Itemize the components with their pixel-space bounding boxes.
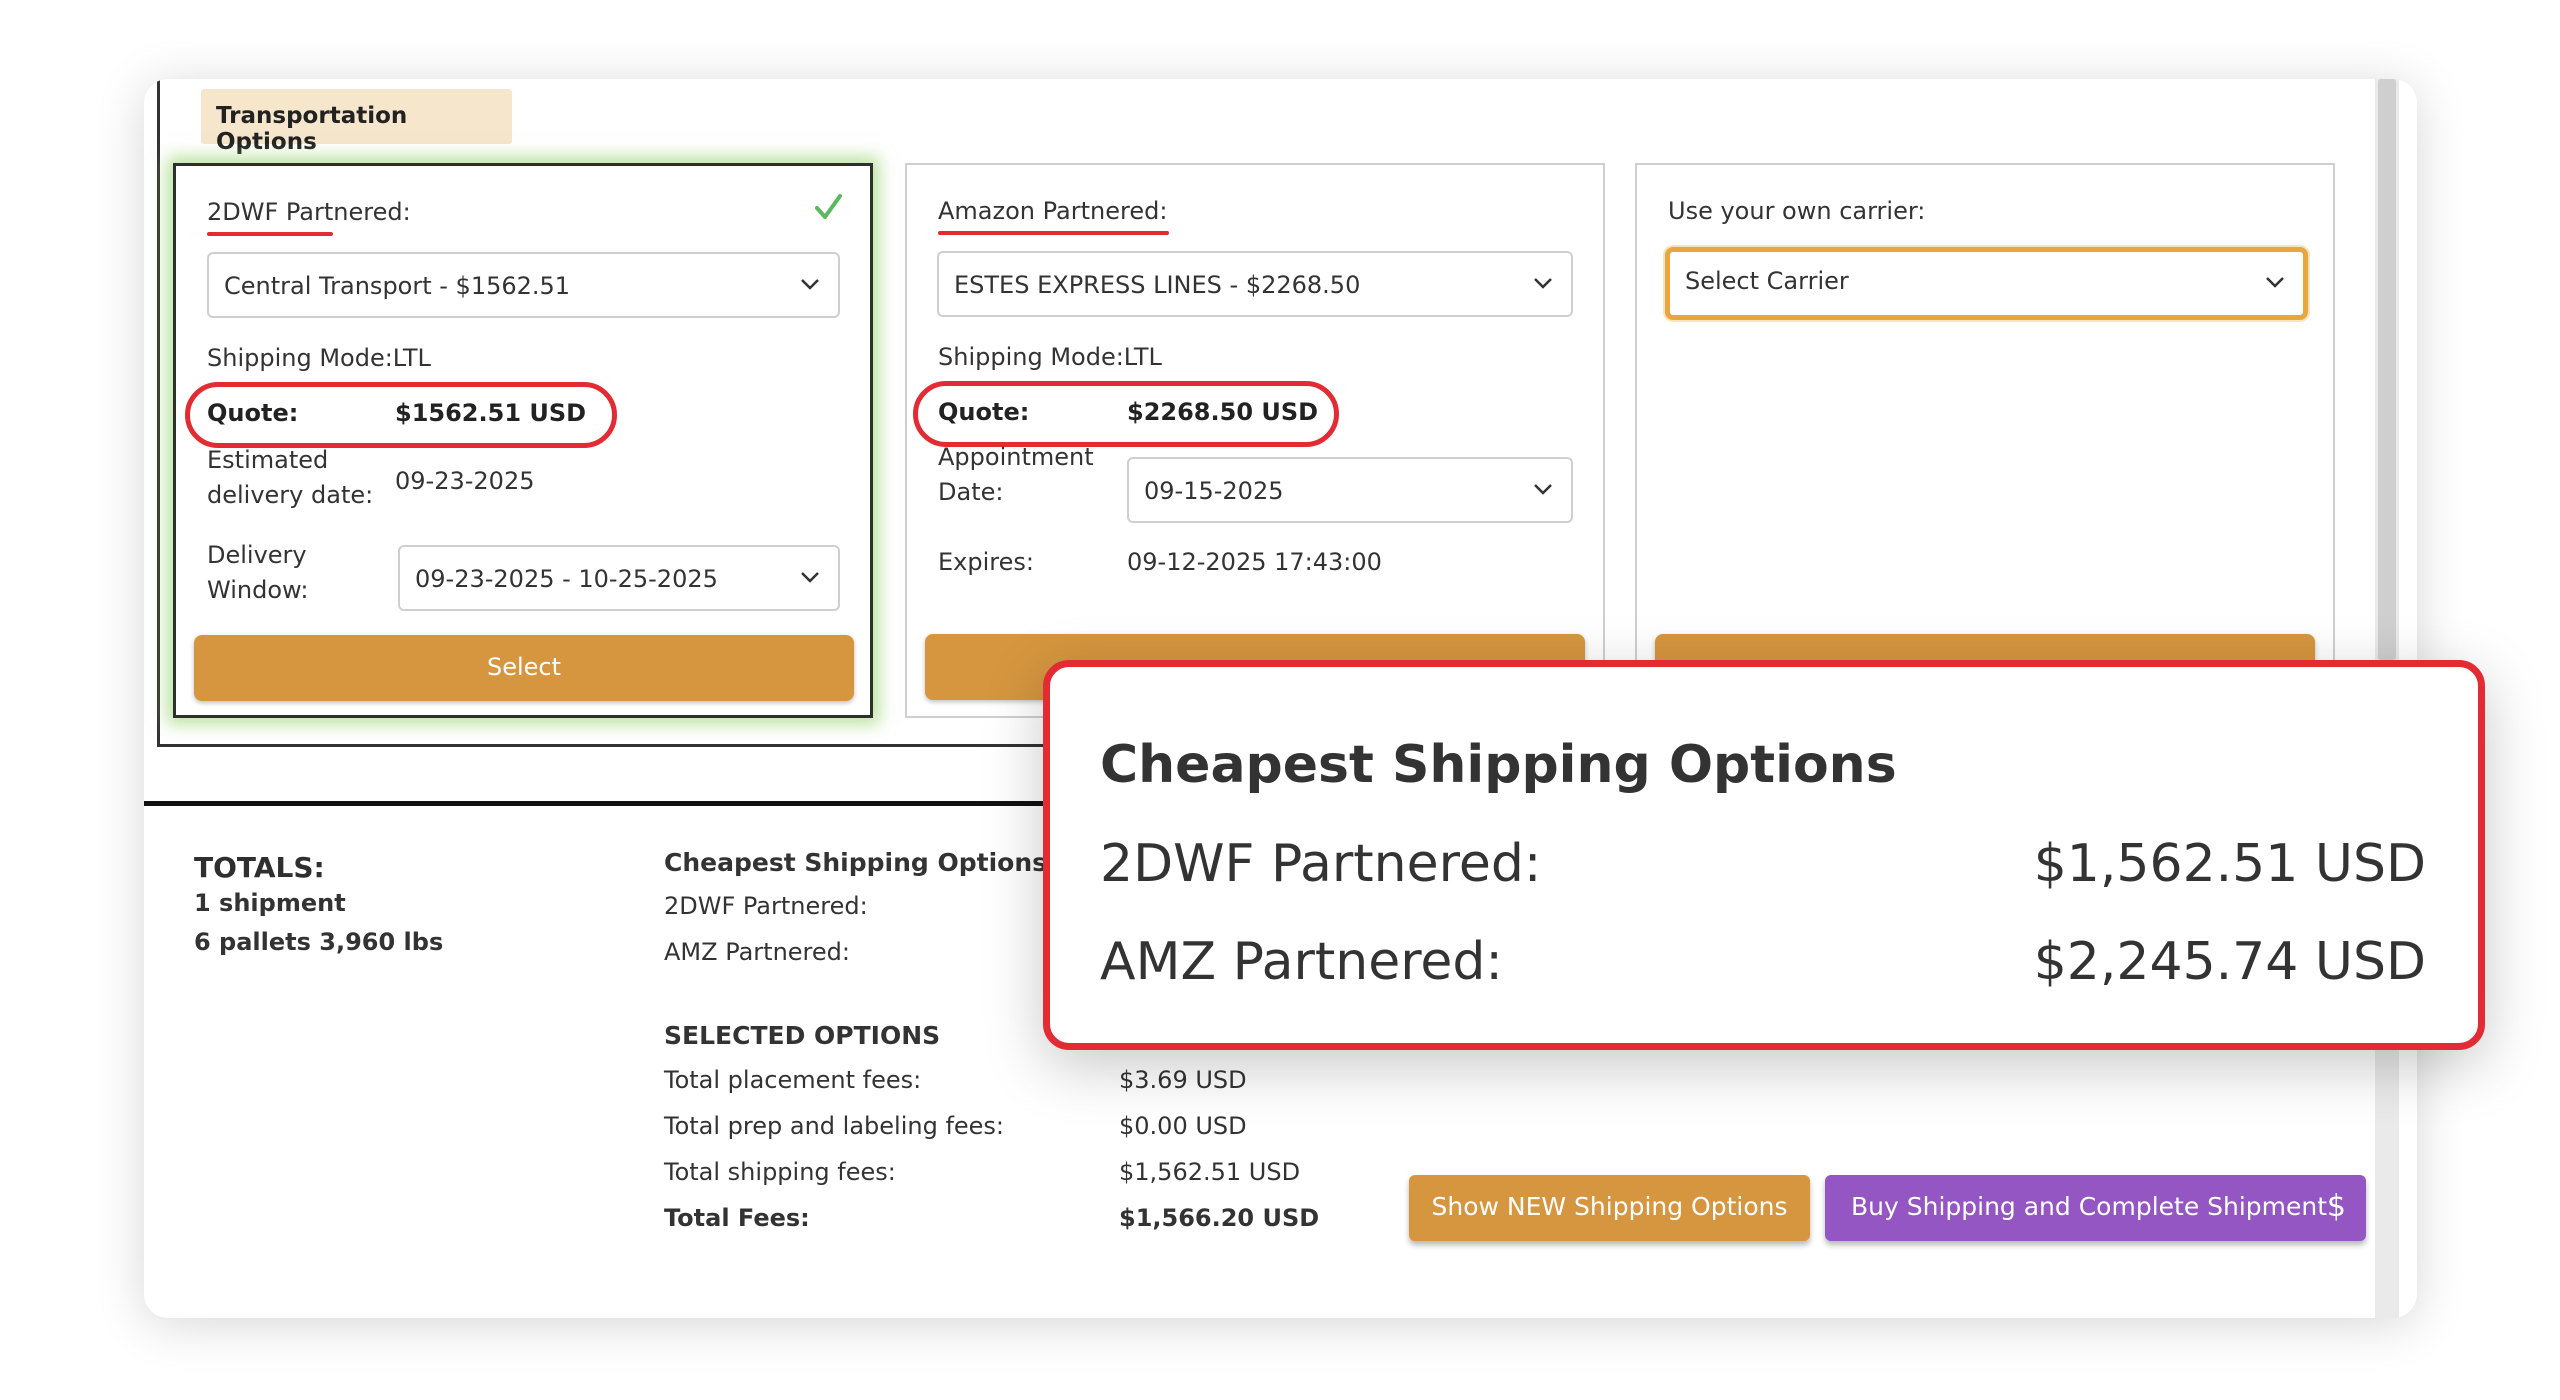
carrier-select-2dwf-value: Central Transport - $1562.51 <box>224 272 571 300</box>
chevron-down-icon <box>1534 278 1552 289</box>
quote-value-2dwf: $1562.51 USD <box>395 399 587 427</box>
cheapest-amz-label: AMZ Partnered: <box>664 938 850 966</box>
shipping-mode-amazon: Shipping Mode:LTL <box>938 343 1162 371</box>
show-new-shipping-options-button[interactable]: Show NEW Shipping Options <box>1409 1175 1810 1241</box>
fee-label-shipping: Total shipping fees: <box>664 1158 896 1186</box>
buy-shipping-label: Buy Shipping and Complete Shipment <box>1851 1192 2328 1221</box>
totals-pallets: 6 pallets 3,960 lbs <box>194 928 444 956</box>
panel-amazon-partnered[interactable]: Amazon Partnered: ESTES EXPRESS LINES - … <box>905 163 1605 718</box>
transportation-options-tab[interactable]: Transportation Options <box>201 89 512 155</box>
fee-label-total: Total Fees: <box>664 1204 810 1232</box>
carrier-select-2dwf[interactable]: Central Transport - $1562.51 <box>207 252 840 318</box>
fee-label-prep: Total prep and labeling fees: <box>664 1112 1005 1140</box>
appointment-date-label: Appointment Date: <box>938 443 1094 506</box>
expires-value: 09-12-2025 17:43:00 <box>1127 548 1382 576</box>
check-icon <box>815 194 842 219</box>
panel-own-carrier[interactable]: Use your own carrier: Select Carrier <box>1635 163 2335 718</box>
carrier-select-own-value: Select Carrier <box>1685 267 1849 295</box>
carrier-select-amazon-value: ESTES EXPRESS LINES - $2268.50 <box>954 271 1361 299</box>
callout-amz-label: AMZ Partnered: <box>1100 932 1503 992</box>
callout-2dwf-label: 2DWF Partnered: <box>1100 834 1542 894</box>
carrier-select-amazon[interactable]: ESTES EXPRESS LINES - $2268.50 <box>937 251 1573 317</box>
delivery-window-label: Delivery Window: <box>207 541 309 604</box>
scrollbar-thumb[interactable] <box>2378 79 2396 660</box>
carrier-select-own[interactable]: Select Carrier <box>1665 247 2308 320</box>
delivery-window-select[interactable]: 09-23-2025 - 10-25-2025 <box>398 545 840 611</box>
shipping-mode-2dwf: Shipping Mode:LTL <box>207 344 431 372</box>
cheapest-heading: Cheapest Shipping Options <box>664 848 1048 877</box>
quote-label-2dwf: Quote: <box>207 399 299 427</box>
totals-shipments: 1 shipment <box>194 889 346 917</box>
callout-2dwf-value: $1,562.51 USD <box>2033 834 2426 894</box>
quote-value-amazon: $2268.50 USD <box>1127 398 1319 426</box>
fee-value-shipping: $1,562.51 USD <box>1119 1158 1301 1186</box>
red-underline-annotation <box>207 232 333 236</box>
chevron-down-icon <box>2266 277 2284 288</box>
fee-label-placement: Total placement fees: <box>664 1066 922 1094</box>
delivery-window-value: 09-23-2025 - 10-25-2025 <box>415 565 718 593</box>
appointment-date-select[interactable]: 09-15-2025 <box>1127 457 1573 523</box>
callout-title: Cheapest Shipping Options <box>1100 735 1897 795</box>
panel-2dwf-partnered[interactable]: 2DWF Partnered: Central Transport - $156… <box>173 163 873 718</box>
transportation-options-frame: Transportation Options 2DWF Partnered: C… <box>157 79 2379 747</box>
chevron-down-icon <box>801 279 819 290</box>
red-underline-annotation <box>938 231 1169 235</box>
screenshot-stage: Transportation Options 2DWF Partnered: C… <box>0 0 2560 1400</box>
quote-label-amazon: Quote: <box>938 398 1030 426</box>
dollar-icon: $ <box>2326 1189 2346 1224</box>
panel-2dwf-label: 2DWF Partnered: <box>207 198 411 226</box>
estimated-delivery-label: Estimated delivery date: <box>207 446 374 509</box>
expires-label: Expires: <box>938 548 1034 576</box>
fee-value-placement: $3.69 USD <box>1119 1066 1247 1094</box>
totals-heading: TOTALS: <box>194 851 325 884</box>
buy-shipping-button[interactable]: Buy Shipping and Complete Shipment $ <box>1825 1175 2366 1241</box>
select-button-2dwf[interactable]: Select <box>194 635 854 701</box>
panel-amazon-label: Amazon Partnered: <box>938 197 1168 225</box>
chevron-down-icon <box>1534 484 1552 495</box>
estimated-delivery-value: 09-23-2025 <box>395 467 535 495</box>
chevron-down-icon <box>801 572 819 583</box>
selected-options-heading: SELECTED OPTIONS <box>664 1021 941 1050</box>
fee-value-prep: $0.00 USD <box>1119 1112 1247 1140</box>
cheapest-shipping-callout: Cheapest Shipping Options 2DWF Partnered… <box>1043 660 2485 1050</box>
cheapest-2dwf-label: 2DWF Partnered: <box>664 892 868 920</box>
panel-own-carrier-label: Use your own carrier: <box>1668 197 1926 225</box>
fee-value-total: $1,566.20 USD <box>1119 1204 1320 1232</box>
callout-amz-value: $2,245.74 USD <box>2033 932 2426 992</box>
appointment-date-value: 09-15-2025 <box>1144 477 1284 505</box>
